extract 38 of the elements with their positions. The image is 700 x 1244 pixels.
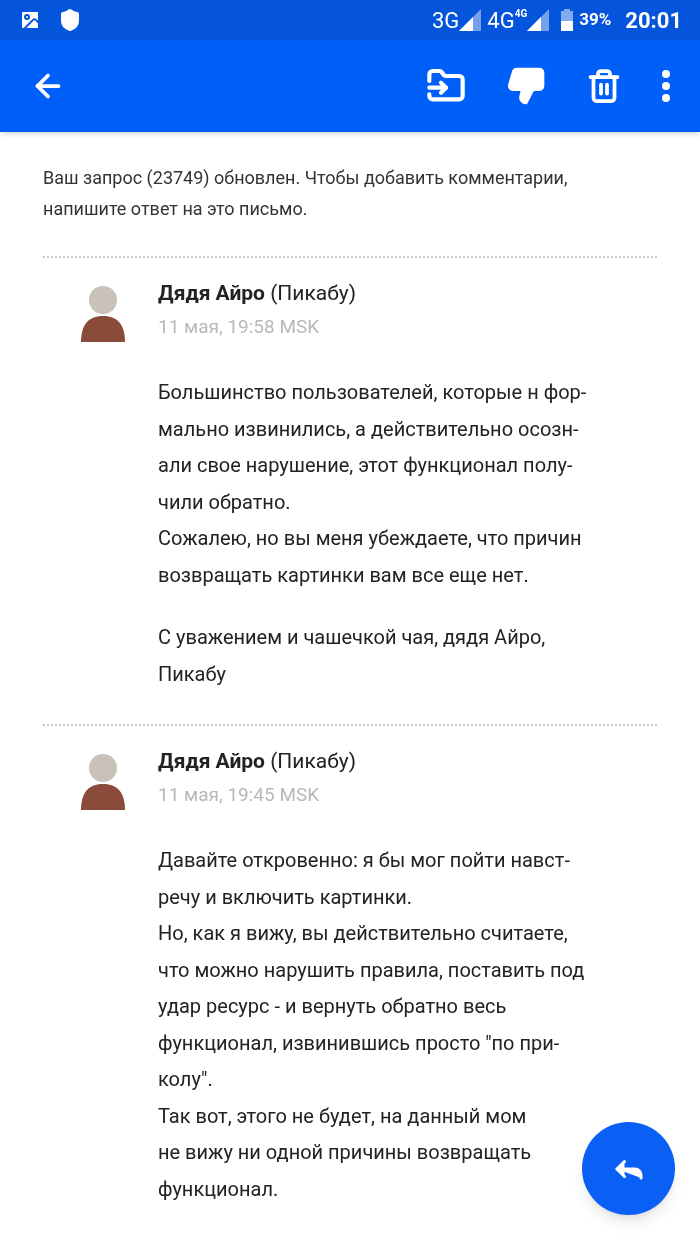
network-type: 4G: [487, 6, 515, 35]
battery-icon: [561, 9, 574, 31]
message-line: возвращать картинки вам все еще нет.: [158, 561, 530, 589]
message-line: колу".: [158, 1066, 214, 1093]
dislike-button[interactable]: [506, 66, 546, 106]
message-line: удар ресурс - и вернуть обратно весь: [158, 993, 508, 1020]
trash-icon: [586, 68, 622, 104]
signal-icon: [459, 9, 482, 31]
delete-button[interactable]: [586, 68, 622, 104]
message-line: Но, как я вижу, вы действительно считаете,: [158, 920, 569, 947]
message-line: Сожалею, но вы меня убеждаете, что причин: [158, 525, 583, 552]
message-line: функционал.: [158, 1175, 280, 1203]
message-line: Пикабу: [158, 660, 228, 688]
shield-icon: [58, 8, 82, 32]
message-line: Большинство пользователей, которые н фор-: [158, 379, 587, 406]
message-line: мально извинились, а действительно осозн-: [158, 415, 580, 443]
notice-text: Ваш запрос (23749) обновлен. Чтобы добавить комментарии, напишите ответ на это письмо.: [43, 166, 569, 221]
network-type: 3G: [431, 6, 460, 35]
message-date: 11 мая, 19:45 MSK: [158, 782, 321, 808]
clock: 20:01: [625, 6, 682, 35]
message-line: Давайте откровенно: я бы мог пойти навст-: [158, 847, 571, 874]
signal-icon: [527, 9, 550, 31]
thumbs-down-icon: [506, 66, 546, 106]
sender-name: Дядя Айро (Пикабу): [158, 280, 358, 307]
more-vertical-icon: [662, 70, 670, 102]
battery-percent: 39%: [579, 8, 612, 32]
message-line: не вижу ни одной причины возвращать: [158, 1139, 533, 1166]
message-line: чили обратно.: [158, 488, 292, 516]
message-line: функционал, извинившись просто "по при-: [158, 1029, 561, 1057]
network-label: 4G: [514, 7, 528, 19]
message-line: али свое нарушение, этот функционал полу-: [158, 452, 574, 479]
message-line: С уважением и чашечкой чая, дядя Айро,: [158, 624, 547, 651]
message-date: 11 мая, 19:58 MSK: [158, 314, 321, 340]
message-line: речу и включить картинки.: [158, 883, 414, 911]
more-options-button[interactable]: [662, 70, 670, 102]
message-line: что можно нарушить правила, поставить под: [158, 956, 585, 984]
message-line: Так вот, этого не будет, на данный мом: [158, 1102, 528, 1130]
sender-name: Дядя Айро (Пикабу): [158, 748, 358, 775]
